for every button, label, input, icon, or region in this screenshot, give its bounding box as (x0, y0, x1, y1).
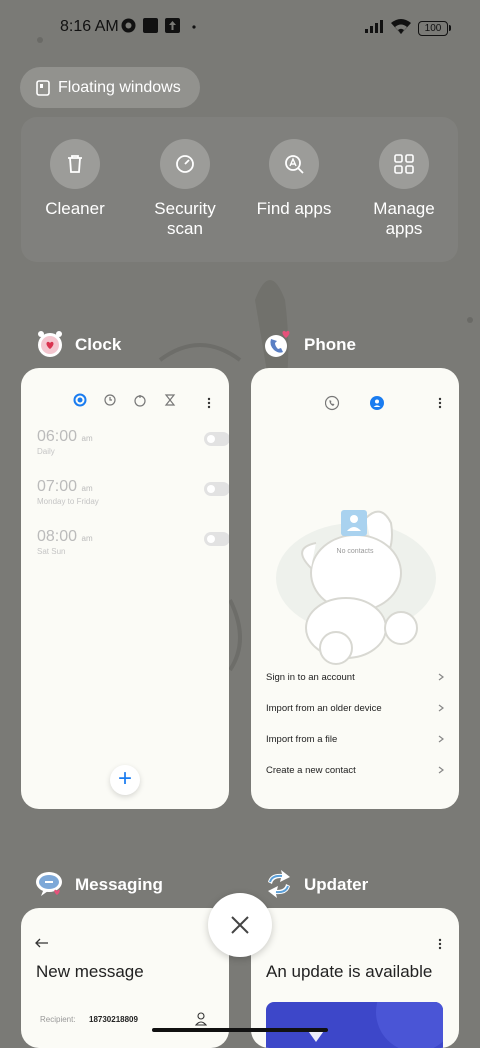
messaging-recent-card[interactable]: New message Recipient: 18730218809 (21, 908, 229, 1048)
grid-icon (379, 139, 429, 189)
wifi-icon (390, 18, 412, 34)
alarm-toggle[interactable] (204, 482, 229, 496)
alarm-row[interactable]: 06:00 am Daily (37, 428, 229, 456)
alarm-row[interactable]: 07:00 am Monday to Friday (37, 478, 229, 506)
updater-recent-card[interactable]: An update is available (251, 908, 459, 1048)
trash-icon (50, 139, 100, 189)
updater-app-icon (268, 870, 290, 898)
recipient-value[interactable]: 18730218809 (89, 1015, 138, 1024)
chevron-right-icon (438, 735, 444, 743)
clear-all-button[interactable] (208, 893, 272, 957)
close-icon (231, 916, 249, 934)
add-contact-icon[interactable] (195, 1012, 207, 1026)
battery-indicator: 100 (418, 21, 451, 36)
chevron-right-icon (438, 766, 444, 774)
contacts-tab-icon (370, 396, 384, 410)
notification-icon (121, 18, 137, 34)
create-contact-option[interactable]: Create a new contact (266, 765, 446, 776)
clock-tabs (73, 393, 176, 407)
messaging-app-icon (36, 872, 62, 896)
alarm-time: 06:00 (37, 428, 78, 445)
alarm-time: 08:00 (37, 528, 78, 545)
phone-app-icon (265, 330, 290, 357)
clock-app-icon (38, 331, 62, 357)
gauge-icon (160, 139, 210, 189)
alarm-repeat: Monday to Friday (37, 497, 99, 506)
alarm-repeat: Daily (37, 447, 55, 456)
status-time: 8:16 AM (60, 18, 119, 35)
clock-app-name: Clock (75, 335, 122, 354)
more-icon[interactable] (438, 938, 442, 950)
import-file-option[interactable]: Import from a file (266, 734, 446, 745)
recipient-label: Recipient: (40, 1015, 76, 1024)
app-notification-icon (143, 18, 159, 34)
upload-icon (165, 18, 181, 34)
miui-logo-graphic (306, 1002, 443, 1048)
call-log-tab-icon (325, 395, 340, 411)
alarm-toggle[interactable] (204, 432, 229, 446)
world-clock-tab-icon (104, 394, 116, 406)
floating-windows-label: Floating windows (58, 79, 181, 96)
quick-tools-panel: Cleaner Security scan Find apps Manage a… (21, 117, 458, 262)
timer-tab-icon (164, 394, 176, 406)
stopwatch-tab-icon (134, 395, 146, 407)
alarm-toggle[interactable] (204, 532, 229, 546)
alarm-row[interactable]: 08:00 am Sat Sun (37, 528, 229, 556)
security-scan-button[interactable]: Security scan (135, 139, 235, 239)
manage-apps-button[interactable]: Manage apps (354, 139, 454, 239)
more-notifications-icon (191, 18, 207, 34)
floating-window-icon (36, 80, 50, 96)
home-indicator[interactable] (152, 1028, 328, 1032)
alarm-ampm: am (81, 484, 93, 493)
import-old-device-option[interactable]: Import from an older device (266, 703, 446, 714)
phone-app-name: Phone (304, 335, 356, 354)
update-banner[interactable] (266, 1002, 443, 1048)
search-a-icon (269, 139, 319, 189)
cleaner-button[interactable]: Cleaner (25, 139, 125, 219)
more-icon[interactable] (438, 397, 442, 409)
sign-in-option[interactable]: Sign in to an account (266, 672, 446, 683)
back-arrow-icon[interactable] (35, 938, 49, 948)
phone-tabs (325, 395, 384, 411)
signal-icon (364, 18, 386, 34)
phone-recent-card[interactable]: No contacts Sign in to an account Import… (251, 368, 459, 809)
floating-windows-button[interactable]: Floating windows (20, 67, 200, 108)
alarm-repeat: Sat Sun (37, 547, 66, 556)
status-bar: 8:16 AM 100 (0, 0, 480, 56)
add-alarm-button[interactable]: + (110, 765, 140, 795)
empty-state-text: No contacts (336, 548, 374, 555)
updater-app-name: Updater (304, 875, 369, 894)
alarm-tab-icon (73, 393, 87, 407)
manage-apps-label: Manage apps (373, 199, 435, 238)
find-apps-label: Find apps (256, 199, 332, 218)
messaging-app-name: Messaging (75, 875, 163, 894)
more-icon[interactable] (207, 397, 211, 409)
new-message-title: New message (36, 962, 144, 981)
alarm-ampm: am (81, 434, 93, 443)
alarm-ampm: am (81, 534, 93, 543)
chevron-right-icon (438, 673, 444, 681)
chevron-right-icon (438, 704, 444, 712)
cleaner-label: Cleaner (45, 199, 105, 218)
pochacco-illustration (276, 510, 436, 665)
find-apps-button[interactable]: Find apps (244, 139, 344, 219)
security-scan-label: Security scan (154, 199, 216, 238)
clock-recent-card[interactable]: 06:00 am Daily 07:00 am Monday to Friday… (21, 368, 229, 809)
update-available-title: An update is available (266, 962, 433, 981)
alarm-time: 07:00 (37, 478, 78, 495)
